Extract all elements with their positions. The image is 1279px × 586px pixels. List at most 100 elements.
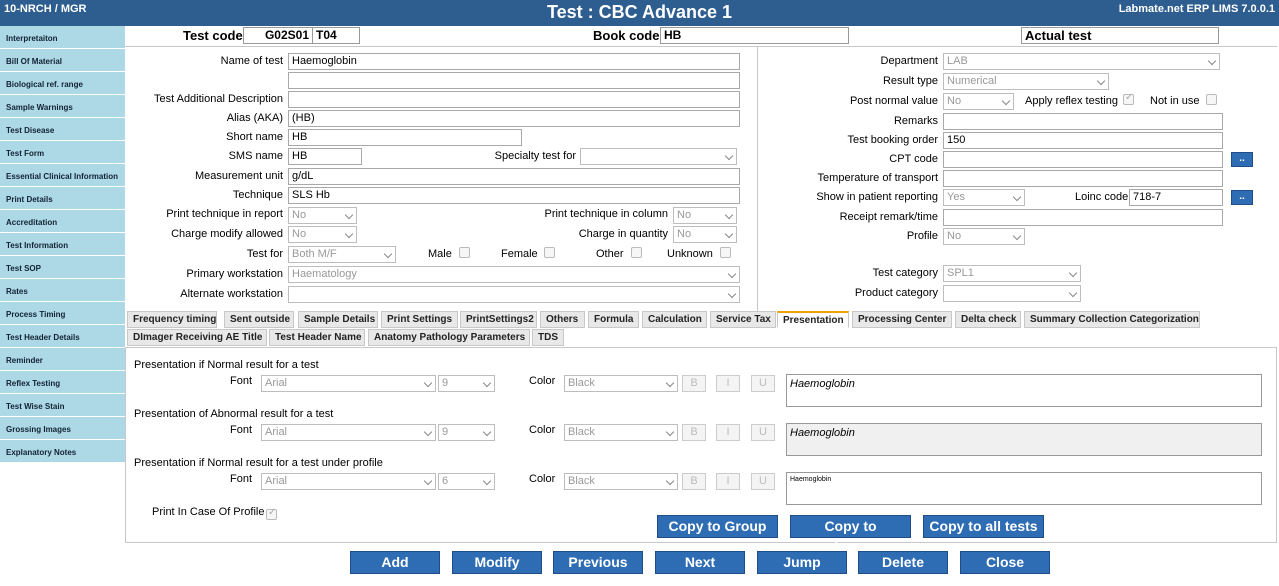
product-category-select[interactable]	[943, 285, 1081, 302]
copy-to-subgroup-button[interactable]: Copy to subgroup	[790, 515, 911, 555]
abnormal-size-select[interactable]: 9	[438, 424, 495, 441]
charge-modify-select[interactable]: No	[288, 226, 357, 243]
sidebar-item-test-form[interactable]: Test Form	[0, 141, 125, 163]
result-type-select[interactable]: Numerical	[943, 73, 1109, 90]
sidebar-item-interpretaiton[interactable]: Interpretaiton	[0, 26, 125, 48]
copy-to-group-button[interactable]: Copy to Group	[657, 515, 778, 538]
tab-print-settings[interactable]: Print Settings	[381, 311, 458, 328]
copy-to-all-tests-button[interactable]: Copy to all tests	[923, 515, 1044, 538]
sidebar-item-test-information[interactable]: Test Information	[0, 233, 125, 255]
sidebar-item-explanatory-notes[interactable]: Explanatory Notes	[0, 440, 125, 462]
normal-color-select[interactable]: Black	[564, 375, 678, 392]
cpt-input[interactable]	[943, 151, 1223, 168]
tab-others[interactable]: Others	[540, 311, 585, 328]
sidebar-item-test-sop[interactable]: Test SOP	[0, 256, 125, 278]
normal-italic-button[interactable]: I	[716, 375, 740, 392]
male-checkbox[interactable]	[459, 247, 470, 258]
department-select[interactable]: LAB	[943, 53, 1220, 70]
tab-printsettings2[interactable]: PrintSettings2	[460, 311, 537, 328]
female-checkbox[interactable]	[544, 247, 555, 258]
temperature-input[interactable]	[943, 170, 1223, 187]
unit-input[interactable]: g/dL	[288, 168, 740, 185]
profile-select[interactable]: No	[943, 228, 1025, 245]
sidebar-item-print-details[interactable]: Print Details	[0, 187, 125, 209]
abnormal-color-select[interactable]: Black	[564, 424, 678, 441]
sidebar-item-test-disease[interactable]: Test Disease	[0, 118, 125, 140]
tab-anatomy-pathology-parameters[interactable]: Anatomy Pathology Parameters	[368, 329, 530, 346]
sidebar-item-bill-of-material[interactable]: Bill Of Material	[0, 49, 125, 71]
sms-name-input[interactable]: HB	[288, 148, 362, 165]
loinc-lookup-button[interactable]: ..	[1231, 190, 1253, 205]
receipt-input[interactable]	[943, 209, 1223, 226]
short-name-input[interactable]: HB	[288, 129, 522, 146]
normal-size-select[interactable]: 9	[438, 375, 495, 392]
test-category-select[interactable]: SPL1	[943, 265, 1081, 282]
print-tech-report-select[interactable]: No	[288, 207, 357, 224]
normal-underline-button[interactable]: U	[751, 375, 775, 392]
profile-underline-button[interactable]: U	[751, 473, 775, 490]
alternate-ws-select[interactable]	[288, 286, 740, 303]
not-in-use-checkbox[interactable]	[1206, 94, 1217, 105]
test-for-select[interactable]: Both M/F	[288, 246, 396, 263]
tab-service-tax[interactable]: Service Tax	[710, 311, 776, 328]
name-of-test-input[interactable]: Haemoglobin	[288, 53, 740, 70]
loinc-input[interactable]: 718-7	[1129, 189, 1223, 206]
sidebar-item-process-timing[interactable]: Process Timing	[0, 302, 125, 324]
sidebar-item-test-wise-stain[interactable]: Test Wise Stain	[0, 394, 125, 416]
jump-button[interactable]: Jump	[757, 551, 847, 574]
tab-sample-details[interactable]: Sample Details	[298, 311, 378, 328]
normal-preview-box[interactable]: Haemoglobin	[786, 374, 1262, 407]
sidebar-item-grossing-images[interactable]: Grossing Images	[0, 417, 125, 439]
cpt-lookup-button[interactable]: ..	[1231, 152, 1253, 167]
sidebar-item-essential-clinical-information[interactable]: Essential Clinical Information	[0, 164, 125, 186]
specialty-select[interactable]	[580, 148, 737, 165]
close-button[interactable]: Close	[960, 551, 1050, 574]
tab-sent-outside[interactable]: Sent outside	[224, 311, 294, 328]
apply-reflex-checkbox[interactable]	[1123, 92, 1134, 105]
unknown-checkbox[interactable]	[720, 247, 731, 258]
profile-bold-button[interactable]: B	[682, 473, 706, 490]
abnormal-italic-button[interactable]: I	[716, 424, 740, 441]
tab-summary-collection-categorization[interactable]: Summary Collection Categorization	[1024, 311, 1200, 328]
profile-italic-button[interactable]: I	[716, 473, 740, 490]
name-of-test-input-2[interactable]	[288, 72, 740, 89]
normal-font-select[interactable]: Arial	[261, 375, 436, 392]
sidebar-item-reminder[interactable]: Reminder	[0, 348, 125, 370]
technique-input[interactable]: SLS Hb	[288, 187, 740, 204]
abnormal-bold-button[interactable]: B	[682, 424, 706, 441]
tab-presentation[interactable]: Presentation	[777, 311, 849, 328]
profile-size-select[interactable]: 6	[438, 473, 495, 490]
modify-button[interactable]: Modify	[452, 551, 542, 574]
previous-button[interactable]: Previous	[553, 551, 643, 574]
add-button[interactable]: Add	[350, 551, 440, 574]
profile-preview-box[interactable]: Haemoglobin	[786, 472, 1262, 505]
sidebar-item-reflex-testing[interactable]: Reflex Testing	[0, 371, 125, 393]
profile-color-select[interactable]: Black	[564, 473, 678, 490]
tab-test-header-name[interactable]: Test Header Name	[269, 329, 365, 346]
show-reporting-select[interactable]: Yes	[943, 189, 1025, 206]
tab-formula[interactable]: Formula	[588, 311, 639, 328]
abnormal-preview-box[interactable]: Haemoglobin	[786, 423, 1262, 456]
tab-processing-center[interactable]: Processing Center	[852, 311, 952, 328]
abnormal-font-select[interactable]: Arial	[261, 424, 436, 441]
normal-bold-button[interactable]: B	[682, 375, 706, 392]
test-code-field-2[interactable]: T04	[312, 27, 360, 44]
test-code-field-1[interactable]: G02S01	[243, 27, 313, 44]
alias-input[interactable]: (HB)	[288, 110, 740, 127]
sidebar-item-accreditation[interactable]: Accreditation	[0, 210, 125, 232]
tab-tds[interactable]: TDS	[532, 329, 564, 346]
print-profile-checkbox[interactable]	[266, 507, 277, 520]
sidebar-item-rates[interactable]: Rates	[0, 279, 125, 301]
tab-frequency-timing[interactable]: Frequency timing	[127, 311, 217, 328]
post-normal-select[interactable]: No	[943, 93, 1014, 110]
next-button[interactable]: Next	[655, 551, 745, 574]
charge-qty-select[interactable]: No	[673, 226, 737, 243]
delete-button[interactable]: Delete	[858, 551, 948, 574]
sidebar-item-sample-warnings[interactable]: Sample Warnings	[0, 95, 125, 117]
print-tech-column-select[interactable]: No	[673, 207, 737, 224]
remarks-input[interactable]	[943, 113, 1223, 130]
abnormal-underline-button[interactable]: U	[751, 424, 775, 441]
profile-font-select[interactable]: Arial	[261, 473, 436, 490]
booking-order-input[interactable]: 150	[943, 132, 1223, 149]
tab-delta-check[interactable]: Delta check	[955, 311, 1021, 328]
